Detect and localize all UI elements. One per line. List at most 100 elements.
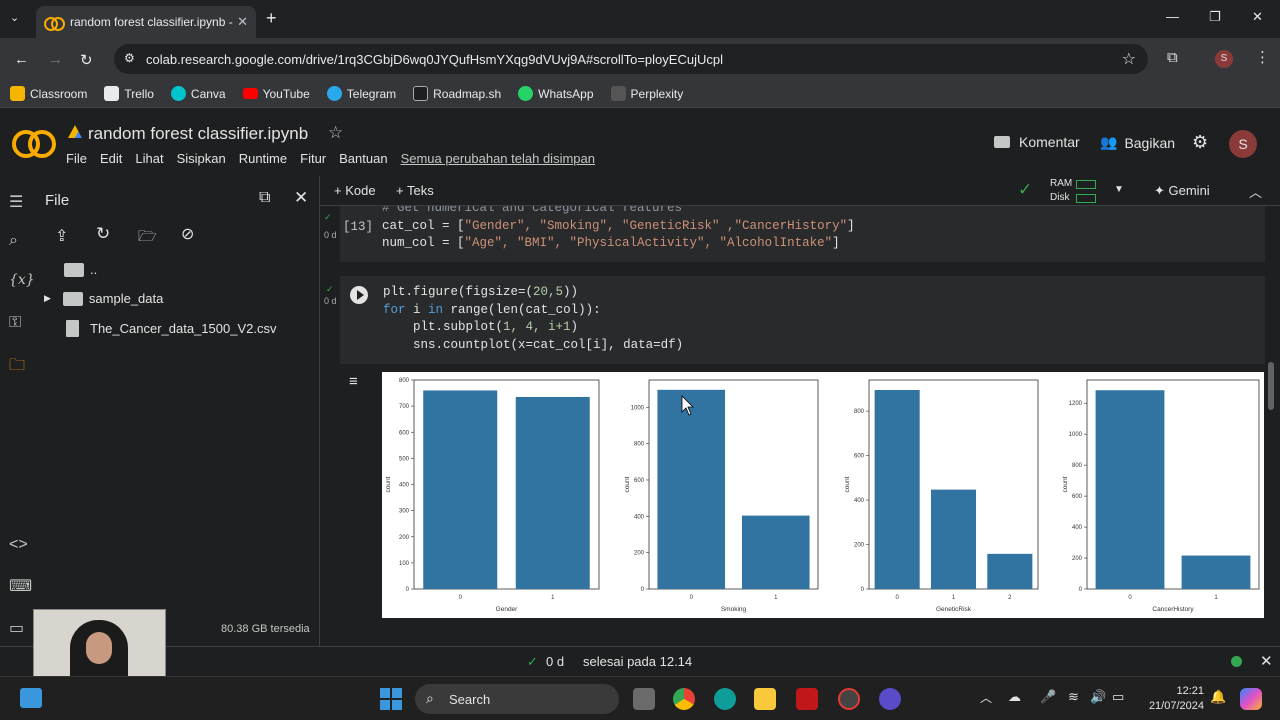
tray-chevron-icon[interactable]: ︿ — [980, 689, 992, 706]
task-view-icon[interactable] — [633, 688, 655, 710]
comment-button[interactable]: Komentar — [994, 134, 1080, 150]
forward-icon[interactable]: → — [48, 51, 63, 68]
tab-close-icon[interactable]: ✕ — [237, 14, 248, 30]
code-snippets-icon[interactable]: <> — [9, 536, 28, 554]
bookmark-roadmap[interactable]: Roadmap.sh — [413, 86, 501, 101]
add-text-button[interactable]: + Teks — [396, 183, 434, 198]
code-cell-2[interactable]: plt.figure(figsize=(20,5)) for i in rang… — [340, 276, 1265, 364]
bookmark-youtube[interactable]: YouTube — [242, 87, 310, 101]
terminal-icon[interactable]: ▭ — [9, 618, 24, 638]
tab-search-icon[interactable]: ⌄ — [10, 11, 19, 24]
file-item-csv[interactable]: The_Cancer_data_1500_V2.csv — [66, 320, 276, 337]
bookmark-classroom[interactable]: Classroom — [10, 86, 87, 101]
refresh-icon[interactable]: ↻ — [96, 224, 110, 244]
menu-view[interactable]: Lihat — [135, 151, 163, 166]
y-tick-label: 0 — [406, 587, 410, 593]
command-palette-icon[interactable]: ⌨ — [9, 576, 32, 596]
copilot-icon[interactable] — [1240, 688, 1262, 710]
y-tick-label: 0 — [861, 587, 865, 593]
extensions-icon[interactable]: ⧉ — [1167, 49, 1178, 66]
windows-start-icon[interactable] — [380, 688, 402, 710]
restore-icon[interactable]: ❐ — [1209, 9, 1221, 25]
notification-bell-icon[interactable]: 🔔 — [1210, 689, 1226, 705]
menu-runtime[interactable]: Runtime — [239, 151, 287, 166]
new-tab-button[interactable]: + — [266, 8, 277, 29]
desktop-thumb-icon[interactable] — [20, 688, 42, 708]
volume-icon[interactable]: 🔊 — [1090, 689, 1106, 705]
resource-monitor[interactable]: RAM Disk — [1050, 177, 1096, 205]
file-explorer-icon[interactable] — [754, 688, 776, 710]
browser-tab-bar: ⌄ random forest classifier.ipynb - ✕ + —… — [0, 0, 1280, 38]
whatsapp-icon — [518, 86, 534, 101]
x-tick-label: 1 — [952, 595, 956, 601]
star-icon[interactable]: ☆ — [328, 123, 343, 143]
open-in-tab-icon[interactable]: ⧉ — [259, 189, 270, 207]
url-field[interactable]: ⚙ colab.research.google.com/drive/1rq3CG… — [114, 44, 1148, 74]
clock[interactable]: 12:21 21/07/2024 — [1142, 684, 1204, 714]
app-icon[interactable] — [838, 688, 860, 710]
menu-tools[interactable]: Fitur — [300, 151, 326, 166]
cell2-code: plt.figure(figsize=(20,5)) for i in rang… — [383, 284, 683, 354]
bookmark-whatsapp[interactable]: WhatsApp — [518, 86, 594, 101]
scrollbar-thumb[interactable] — [1268, 362, 1274, 410]
profile-avatar[interactable]: S — [1215, 50, 1233, 68]
search-icon[interactable]: ⌕ — [9, 232, 18, 250]
run-cell-button[interactable] — [350, 286, 368, 304]
bookmark-canva[interactable]: Canva — [170, 86, 226, 101]
taskbar-search[interactable]: ⌕ Search — [415, 684, 619, 714]
y-tick-label: 300 — [399, 509, 410, 515]
file-item-parent[interactable]: .. — [64, 262, 97, 277]
upload-file-icon[interactable]: ⇪ — [55, 226, 68, 246]
hide-files-icon[interactable]: ⊘ — [181, 224, 194, 244]
colab-logo[interactable] — [12, 130, 56, 158]
close-status-icon[interactable]: ✕ — [1260, 652, 1273, 670]
menu-help[interactable]: Bantuan — [339, 151, 387, 166]
mcafee-icon[interactable] — [796, 688, 818, 710]
bar — [657, 389, 726, 589]
menu-insert[interactable]: Sisipkan — [177, 151, 226, 166]
wifi-icon[interactable]: ≋ — [1068, 689, 1079, 705]
files-folder-icon[interactable]: 🗀 — [9, 354, 25, 381]
onedrive-icon[interactable]: ☁ — [1008, 689, 1021, 705]
media-player-icon[interactable] — [879, 688, 901, 710]
cell2-check-icon: ✓ — [326, 284, 334, 294]
add-code-button[interactable]: + Kode — [334, 183, 376, 198]
menu-file[interactable]: File — [66, 151, 87, 166]
browser-tab[interactable]: random forest classifier.ipynb - ✕ — [36, 6, 256, 38]
output-actions-icon[interactable]: ≡ — [349, 373, 358, 390]
variables-icon[interactable]: {x} — [9, 272, 35, 288]
bookmark-trello[interactable]: Trello — [104, 86, 154, 101]
collapse-header-icon[interactable]: ︿ — [1249, 182, 1262, 201]
site-settings-icon[interactable]: ⚙ — [124, 51, 135, 65]
mount-drive-icon[interactable]: 🗁 — [138, 226, 157, 251]
chrome-icon[interactable] — [673, 688, 695, 710]
user-avatar[interactable]: S — [1229, 130, 1257, 158]
reload-icon[interactable]: ↻ — [80, 51, 93, 69]
battery-icon[interactable]: ▭ — [1112, 689, 1124, 705]
bookmark-star-icon[interactable]: ☆ — [1122, 49, 1136, 69]
browser-menu-icon[interactable]: ⋮ — [1255, 48, 1270, 66]
edge-icon[interactable] — [714, 688, 736, 710]
share-button[interactable]: 👥 Bagikan — [1100, 134, 1175, 151]
mic-icon[interactable]: 🎤 — [1040, 689, 1056, 705]
secrets-key-icon[interactable]: ⚿ — [9, 314, 21, 332]
expand-chevron-icon[interactable]: ▶ — [44, 293, 51, 304]
save-status[interactable]: Semua perubahan telah disimpan — [401, 151, 595, 166]
y-tick-label: 400 — [634, 514, 645, 520]
notebook-title[interactable]: random forest classifier.ipynb — [88, 124, 308, 144]
file-item-sample-data[interactable]: ▶ sample_data — [44, 291, 163, 306]
toc-list-icon[interactable]: ☰ — [9, 192, 23, 212]
gemini-button[interactable]: ✦ Gemini — [1154, 183, 1210, 199]
clock-time: 12:21 — [1176, 685, 1204, 697]
settings-gear-icon[interactable]: ⚙ — [1192, 132, 1208, 153]
bookmark-telegram[interactable]: Telegram — [326, 86, 396, 101]
connected-check-icon: ✓ — [1018, 180, 1033, 199]
minimize-icon[interactable]: — — [1166, 9, 1179, 24]
runtime-dropdown-icon[interactable]: ▼ — [1114, 184, 1124, 195]
bookmark-perplexity[interactable]: Perplexity — [610, 86, 683, 101]
menu-edit[interactable]: Edit — [100, 151, 122, 166]
code-cell-1[interactable]: [13] # Get numerical and categorical fea… — [340, 206, 1265, 262]
close-sidebar-icon[interactable]: ✕ — [294, 188, 308, 208]
back-icon[interactable]: ← — [14, 51, 29, 68]
close-window-icon[interactable]: ✕ — [1252, 9, 1263, 25]
